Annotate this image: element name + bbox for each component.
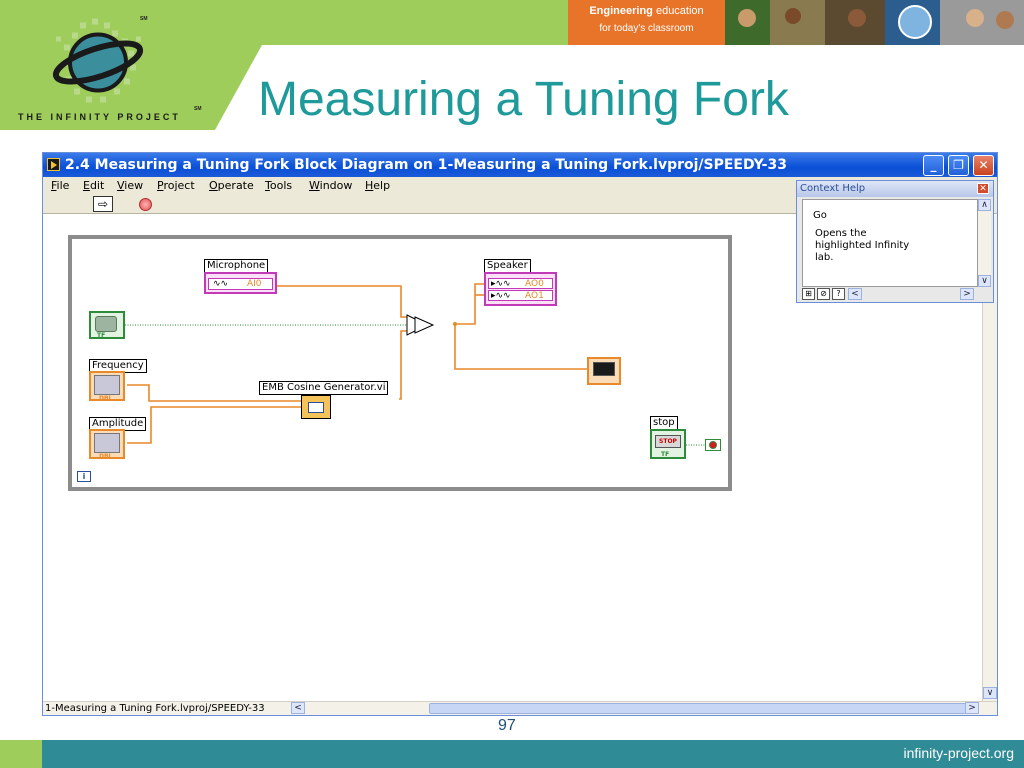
cosine-generator-vi[interactable] <box>301 395 331 419</box>
minimize-button[interactable]: _ <box>923 155 944 176</box>
context-help-titlebar[interactable]: Context Help ✕ <box>797 181 993 197</box>
frequency-control[interactable]: DBL <box>89 371 125 402</box>
lock-help-icon[interactable]: ⊘ <box>817 288 830 300</box>
context-help-toolbar: ⊞ ⊘ ? < > <box>800 288 990 301</box>
speaker-label: Speaker <box>484 259 531 273</box>
iteration-terminal: i <box>77 471 91 482</box>
menu-help[interactable]: Help <box>365 179 390 192</box>
slide-title: Measuring a Tuning Fork <box>258 73 789 126</box>
project-status-text: 1-Measuring a Tuning Fork.lvproj/SPEEDY-… <box>45 703 265 714</box>
window-title: 2.4 Measuring a Tuning Fork Block Diagra… <box>65 157 787 173</box>
menu-tools[interactable]: Tools <box>265 179 292 192</box>
scroll-left-button[interactable]: < <box>291 702 305 714</box>
horizontal-scroll-thumb[interactable] <box>429 703 969 714</box>
cosine-generator-label: EMB Cosine Generator.vi <box>259 381 389 395</box>
menu-project[interactable]: Project <box>157 179 195 192</box>
wire <box>127 406 303 444</box>
tagline-line2: for today's classroom <box>599 23 694 34</box>
scroll-right-button[interactable]: > <box>965 702 979 714</box>
bool-type-text: TF <box>661 451 670 458</box>
context-help-scrollbar[interactable]: ∧ ∨ <box>978 199 991 287</box>
footer-url: infinity-project.org <box>903 745 1015 761</box>
window-titlebar[interactable]: 2.4 Measuring a Tuning Fork Block Diagra… <box>43 153 997 177</box>
stop-button-text: STOP <box>655 435 681 448</box>
context-help-title: Context Help <box>800 183 866 194</box>
wire <box>454 324 587 370</box>
stop-label: stop <box>650 416 678 430</box>
infinity-project-logo <box>52 18 144 103</box>
context-help-item: Go <box>813 210 827 221</box>
menu-file[interactable]: File <box>51 179 69 192</box>
stop-if-true-icon <box>709 441 717 449</box>
context-help-description: Opens the highlighted Infinity lab. <box>815 228 910 263</box>
context-help-window[interactable]: Context Help ✕ Go Opens the highlighted … <box>796 180 994 303</box>
microphone-channel: AI0 <box>247 279 262 289</box>
scroll-down-button[interactable]: ∨ <box>978 275 991 287</box>
menu-edit[interactable]: Edit <box>83 179 104 192</box>
tagline-bold: Engineering <box>589 5 653 17</box>
wire <box>455 283 487 325</box>
microphone-terminal[interactable]: ∿∿ AI0 <box>204 272 277 294</box>
wire <box>399 330 407 400</box>
brand-name: THE INFINITY PROJECT <box>18 112 181 122</box>
footer-bar <box>42 740 1024 768</box>
close-button[interactable]: ✕ <box>973 155 994 176</box>
dbl-type-text: DBL <box>99 453 113 460</box>
scroll-down-button[interactable]: ∨ <box>983 687 997 699</box>
menu-operate[interactable]: Operate <box>209 179 254 192</box>
scroll-left-button[interactable]: < <box>848 288 862 300</box>
scroll-up-button[interactable]: ∧ <box>978 199 991 211</box>
service-mark: SM <box>140 16 148 22</box>
go-boolean-control[interactable]: TF <box>89 311 125 339</box>
labview-vi-icon <box>47 158 60 171</box>
microphone-label: Microphone <box>204 259 269 273</box>
loop-condition-terminal[interactable] <box>705 439 721 451</box>
header-photo-strip <box>725 0 1024 45</box>
stop-button-control[interactable]: STOP TF <box>650 429 686 459</box>
while-loop-frame <box>68 235 732 491</box>
page-number: 97 <box>498 717 516 734</box>
wire <box>277 285 407 318</box>
tagline-rest: education <box>655 5 704 17</box>
service-mark: SM <box>194 106 202 112</box>
tagline-box: Engineering education for today's classr… <box>568 0 725 45</box>
detailed-help-icon[interactable]: ? <box>832 288 845 300</box>
restore-button[interactable]: ❐ <box>948 155 969 176</box>
slide: THE INFINITY PROJECT SM SM Engineering e… <box>0 0 1024 768</box>
waveform-graph-indicator[interactable] <box>587 357 621 385</box>
scroll-right-button[interactable]: > <box>960 288 974 300</box>
status-and-scroll-row: 1-Measuring a Tuning Fork.lvproj/SPEEDY-… <box>43 701 997 715</box>
speaker-channel-1: AO1 <box>525 291 544 301</box>
abort-icon[interactable] <box>139 198 152 211</box>
context-help-close-button[interactable]: ✕ <box>977 183 989 194</box>
speaker-terminal[interactable]: ▸∿∿ AO0 ▸∿∿ AO1 <box>484 272 557 306</box>
context-help-body: Go Opens the highlighted Infinity lab. <box>802 199 978 287</box>
footer-accent <box>0 740 42 768</box>
amplitude-control[interactable]: DBL <box>89 429 125 460</box>
run-arrow-icon[interactable]: ⇨ <box>93 196 113 212</box>
menu-view[interactable]: View <box>117 179 143 192</box>
menu-window[interactable]: Window <box>309 179 352 192</box>
bool-type-text: TF <box>97 332 106 339</box>
speaker-channel-0: AO0 <box>525 279 544 289</box>
show-optional-terminals-icon[interactable]: ⊞ <box>802 288 815 300</box>
dbl-type-text: DBL <box>99 395 113 402</box>
